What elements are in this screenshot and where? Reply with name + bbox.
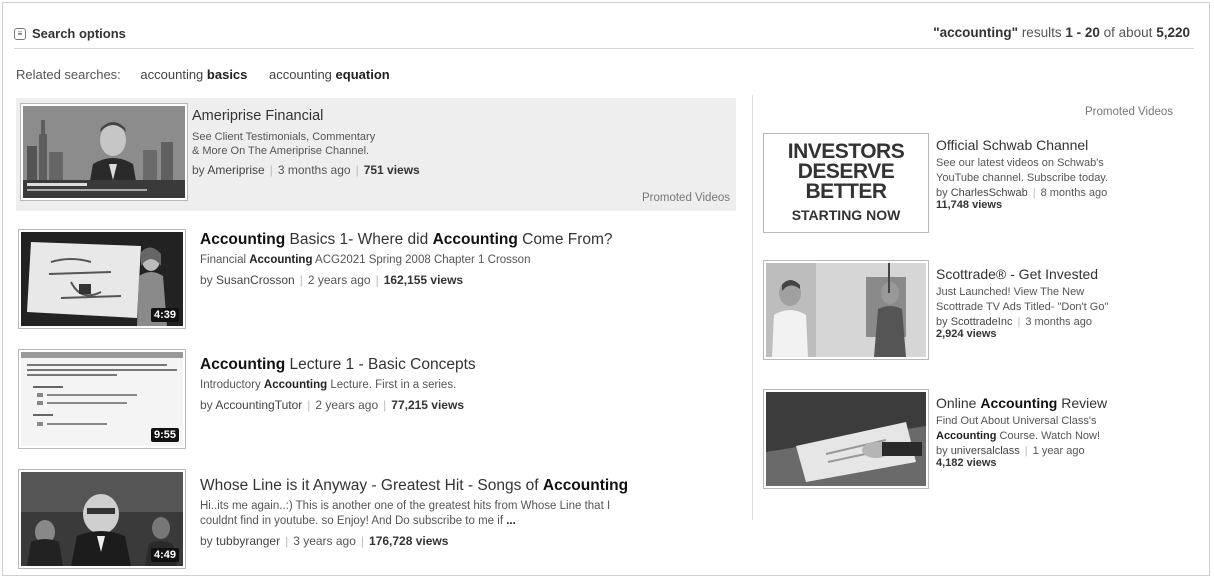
- video-meta: by SusanCrosson | 2 years ago | 162,155 view…: [200, 273, 464, 287]
- view-count: 11,748 views: [936, 199, 1003, 211]
- video-thumbnail[interactable]: [20, 103, 188, 201]
- video-thumbnail[interactable]: 9:55: [18, 349, 186, 449]
- channel-link[interactable]: CharlesSchwab: [951, 187, 1028, 199]
- related-searches-label: Related searches:: [16, 67, 121, 82]
- promoted-result-text: Ameriprise Financial See Client Testimon…: [192, 108, 420, 177]
- view-count: 751 views: [363, 163, 420, 177]
- results-range: 1 - 20: [1065, 25, 1100, 40]
- search-options-label: Search options: [32, 26, 126, 41]
- universalclass-thumbnail-image: [766, 392, 926, 486]
- video-meta: by Ameriprise | 3 months ago | 751 views: [192, 163, 420, 177]
- video-thumbnail[interactable]: 4:49: [18, 469, 186, 569]
- video-thumbnail[interactable]: INVESTORS DESERVE BETTER STARTING NOW: [763, 133, 929, 233]
- view-count: 176,728 views: [369, 534, 449, 548]
- related-searches: Related searches: accounting basics acco…: [16, 67, 408, 82]
- results-word: results: [1021, 25, 1062, 40]
- upload-age: 3 months ago: [1025, 316, 1092, 328]
- results-header: ≡ Search options "accounting" results 1 …: [14, 25, 1194, 49]
- video-duration: 4:49: [150, 548, 179, 562]
- channel-link[interactable]: ScottradeInc: [951, 316, 1013, 328]
- related-search-link[interactable]: accounting basics: [140, 67, 247, 82]
- video-description: Financial Accounting ACG2021 Spring 2008…: [200, 254, 531, 266]
- upload-age: 2 years ago: [315, 398, 379, 412]
- ameriprise-thumbnail-image: [23, 106, 185, 198]
- video-title-link[interactable]: Ameriprise Financial: [192, 108, 420, 124]
- video-title-link[interactable]: Whose Line is it Anyway - Greatest Hit -…: [200, 477, 628, 495]
- video-meta: by tubbyranger | 3 years ago | 176,728 views: [200, 534, 449, 548]
- upload-age: 2 years ago: [307, 273, 371, 287]
- video-title-link[interactable]: Accounting Lecture 1 - Basic Concepts: [200, 356, 476, 374]
- view-count: 4,182 views: [936, 457, 997, 469]
- expand-icon: ≡: [14, 27, 26, 40]
- video-title-link[interactable]: Online Accounting Review: [936, 395, 1107, 411]
- channel-link[interactable]: SusanCrosson: [216, 273, 295, 287]
- video-meta: by CharlesSchwab | 8 months ago: [936, 187, 1108, 199]
- video-title-link[interactable]: Official Schwab Channel: [936, 137, 1108, 153]
- query-text: "accounting": [933, 25, 1019, 40]
- results-total: 5,220: [1156, 25, 1190, 40]
- video-meta: by universalclass | 1 year ago: [936, 445, 1085, 457]
- results-count: "accounting" results 1 - 20 of about 5,2…: [933, 25, 1190, 40]
- upload-age: 8 months ago: [1040, 187, 1108, 199]
- view-count: 77,215 views: [391, 398, 464, 412]
- video-description: See our latest videos on Schwab's YouTub…: [936, 157, 1109, 184]
- channel-link[interactable]: tubbyranger: [216, 534, 280, 548]
- scottrade-thumbnail-image: [766, 263, 926, 357]
- view-count: 162,155 views: [383, 273, 464, 287]
- upload-age: 3 months ago: [277, 163, 351, 177]
- video-duration: 9:55: [150, 428, 179, 442]
- video-title-link[interactable]: Accounting Basics 1- Where did Accountin…: [200, 231, 613, 249]
- search-options-toggle[interactable]: ≡ Search options: [14, 26, 126, 41]
- video-thumbnail[interactable]: [763, 389, 929, 489]
- channel-link[interactable]: universalclass: [951, 445, 1020, 457]
- video-meta: by ScottradeInc | 3 months ago: [936, 316, 1092, 328]
- sidebar-heading: Promoted Videos: [1085, 106, 1174, 118]
- of-about-text: of about: [1103, 25, 1153, 40]
- video-meta: by AccountingTutor | 2 years ago | 77,215 vi…: [200, 398, 464, 412]
- upload-age: 3 years ago: [293, 534, 356, 548]
- view-count: 2,924 views: [936, 328, 997, 340]
- video-duration: 4:39: [150, 308, 179, 322]
- upload-age: 1 year ago: [1032, 445, 1085, 457]
- video-description: Just Launched! View The New Scottrade TV…: [936, 286, 1109, 313]
- promoted-videos-label: Promoted Videos: [641, 192, 730, 204]
- schwab-ad-thumbnail: INVESTORS DESERVE BETTER STARTING NOW: [766, 136, 926, 230]
- video-description: See Client Testimonials, Commentary & Mo…: [192, 131, 376, 157]
- video-thumbnail[interactable]: 4:39: [18, 229, 186, 329]
- video-description: Hi..its me again..:) This is another one…: [200, 500, 611, 527]
- video-description: Introductory Accounting Lecture. First i…: [200, 379, 457, 391]
- column-divider: [752, 95, 753, 520]
- promoted-result: Ameriprise Financial See Client Testimon…: [16, 98, 736, 211]
- related-search-link[interactable]: accounting equation: [269, 67, 390, 82]
- video-thumbnail[interactable]: [763, 260, 929, 360]
- video-description: Find Out About Universal Class's Account…: [936, 415, 1101, 442]
- channel-link[interactable]: Ameriprise: [207, 163, 264, 177]
- video-title-link[interactable]: Scottrade® - Get Invested: [936, 266, 1108, 282]
- channel-link[interactable]: AccountingTutor: [215, 398, 302, 412]
